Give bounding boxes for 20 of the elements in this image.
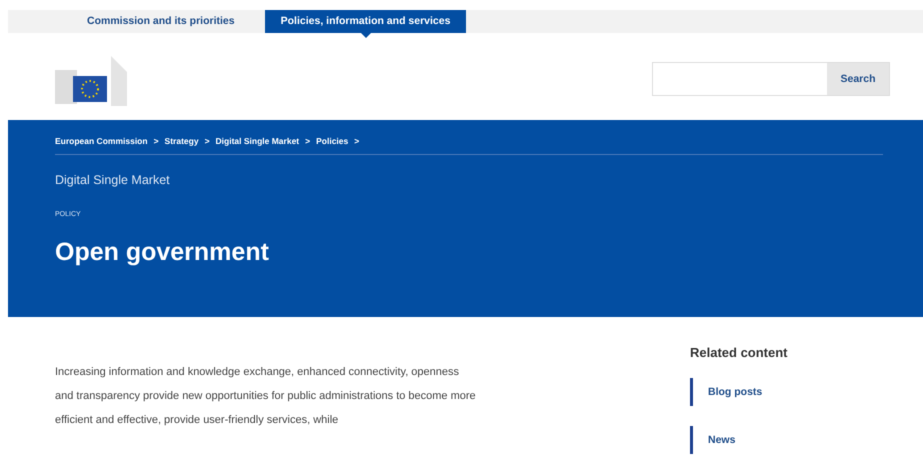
tab-pointer-icon <box>360 33 371 38</box>
search-field[interactable]: Search <box>652 62 890 96</box>
page-title: Open government <box>55 238 270 267</box>
breadcrumb-separator: > <box>305 136 310 146</box>
navigation-tab[interactable]: Policies, information and services <box>264 10 466 33</box>
breadcrumb-link[interactable]: European Commission <box>55 136 148 146</box>
breadcrumb-separator: > <box>204 136 210 146</box>
logo-icon[interactable] <box>55 56 127 106</box>
intro-paragraph: Increasing information and knowledge exchange, enhanced connectivity, openness and transparency provide new opportunities for public administrations to become more efficient and effective, provide user-friendly services, while <box>55 365 477 428</box>
breadcrumb-separator: > <box>354 136 360 146</box>
related-link[interactable]: Blog posts <box>690 378 788 406</box>
breadcrumb-link[interactable]: Strategy <box>164 136 199 146</box>
breadcrumb-link[interactable]: Policies <box>316 136 348 146</box>
search-button[interactable]: Search <box>827 62 889 94</box>
breadcrumb-separator: > <box>154 136 159 146</box>
breadcrumb-link[interactable]: Digital Single Market <box>216 136 300 146</box>
related-link[interactable]: News <box>690 426 788 454</box>
related-content-heading: Related content <box>690 345 788 360</box>
navigation-tab[interactable]: Commission and its priorities <box>75 10 247 33</box>
site-name[interactable]: Digital Single Market <box>55 173 883 187</box>
